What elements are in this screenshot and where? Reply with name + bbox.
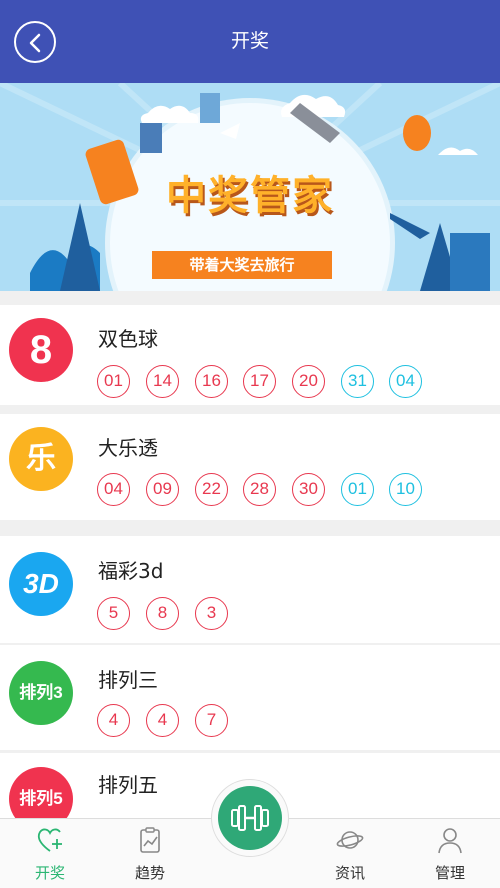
app-header: 开奖 — [0, 0, 500, 83]
dlt-logo-icon: 乐 — [9, 427, 73, 491]
lottery-row-dlt[interactable]: 乐 大乐透 04 09 22 28 30 01 10 — [0, 414, 500, 520]
red-ball: 3 — [195, 597, 228, 630]
red-ball: 7 — [195, 704, 228, 737]
red-ball: 4 — [146, 704, 179, 737]
blue-ball: 01 — [341, 473, 374, 506]
red-ball: 20 — [292, 365, 325, 398]
fc3d-logo-icon: 3D — [9, 552, 73, 616]
red-ball: 09 — [146, 473, 179, 506]
tab-news[interactable]: 资讯 — [300, 819, 400, 888]
ssq-logo-icon: 8 — [9, 318, 73, 382]
tab-manage[interactable]: 管理 — [400, 819, 500, 888]
promo-banner[interactable]: 中奖管家 带着大奖去旅行 — [0, 83, 500, 291]
red-ball: 22 — [195, 473, 228, 506]
lottery-name: 大乐透 — [98, 436, 158, 460]
heart-plus-icon — [37, 828, 62, 852]
blue-ball: 10 — [389, 473, 422, 506]
tab-trends[interactable]: 趋势 — [100, 819, 200, 888]
lottery-row-fc3d[interactable]: 3D 福彩3d 5 8 3 — [0, 536, 500, 643]
planet-icon — [336, 831, 364, 849]
tab-draw-results[interactable]: 开奖 — [0, 819, 100, 888]
lottery-row-ssq[interactable]: 8 双色球 01 14 16 17 20 31 04 — [0, 305, 500, 405]
red-ball: 8 — [146, 597, 179, 630]
red-ball: 16 — [195, 365, 228, 398]
red-ball: 4 — [97, 704, 130, 737]
blue-ball: 31 — [341, 365, 374, 398]
trend-clipboard-icon — [140, 827, 160, 853]
red-ball: 14 — [146, 365, 179, 398]
red-ball: 5 — [97, 597, 130, 630]
banner-title: 中奖管家 — [166, 173, 334, 219]
pl3-logo-icon: 排列3 — [9, 661, 73, 725]
tab-label: 管理 — [434, 864, 465, 882]
red-ball: 30 — [292, 473, 325, 506]
lottery-name: 排列五 — [98, 773, 158, 797]
lottery-name: 福彩3d — [98, 559, 164, 583]
center-action-button[interactable] — [218, 786, 282, 850]
tab-label: 趋势 — [134, 864, 165, 882]
red-ball: 01 — [97, 365, 130, 398]
red-ball: 04 — [97, 473, 130, 506]
lottery-row-pl3[interactable]: 排列3 排列三 4 4 7 — [0, 645, 500, 750]
person-icon — [438, 828, 462, 854]
tab-label: 资讯 — [334, 864, 365, 882]
blue-ball: 04 — [389, 365, 422, 398]
banner-slogan: 带着大奖去旅行 — [152, 251, 332, 279]
tab-label: 开奖 — [34, 864, 65, 882]
pl5-logo-icon: 排列5 — [9, 767, 73, 818]
red-ball: 17 — [243, 365, 276, 398]
red-ball: 28 — [243, 473, 276, 506]
lottery-name: 双色球 — [98, 327, 158, 351]
lottery-name: 排列三 — [98, 668, 158, 692]
dumbbell-icon — [231, 805, 269, 831]
page-title: 开奖 — [230, 30, 269, 52]
